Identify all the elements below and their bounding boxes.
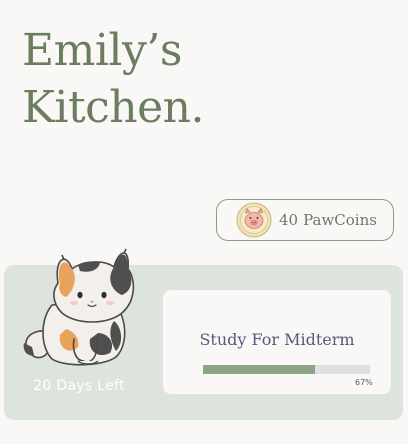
pawcoin-text: 40 PawCoins (279, 211, 377, 229)
title-line-2: Kitchen. (22, 82, 204, 133)
pawcoin-amount: 40 (279, 211, 299, 229)
kitchen-title: Emily’s Kitchen. (22, 22, 204, 136)
progress-percent: 67% (355, 378, 373, 387)
task-card[interactable]: Study For Midterm 67% (163, 290, 391, 394)
pig-coin-icon (236, 202, 272, 238)
progress-fill (203, 365, 315, 374)
days-left-label: 20 Days Left (33, 378, 125, 394)
title-line-1: Emily’s (22, 25, 182, 76)
task-panel: 20 Days Left Study For Midterm 67% (4, 248, 403, 420)
calico-cat-illustration (23, 248, 135, 366)
pawcoin-balance-button[interactable]: 40 PawCoins (216, 199, 394, 241)
progress-bar (203, 365, 370, 374)
task-title: Study For Midterm (199, 330, 355, 349)
pawcoin-currency: PawCoins (303, 211, 377, 229)
